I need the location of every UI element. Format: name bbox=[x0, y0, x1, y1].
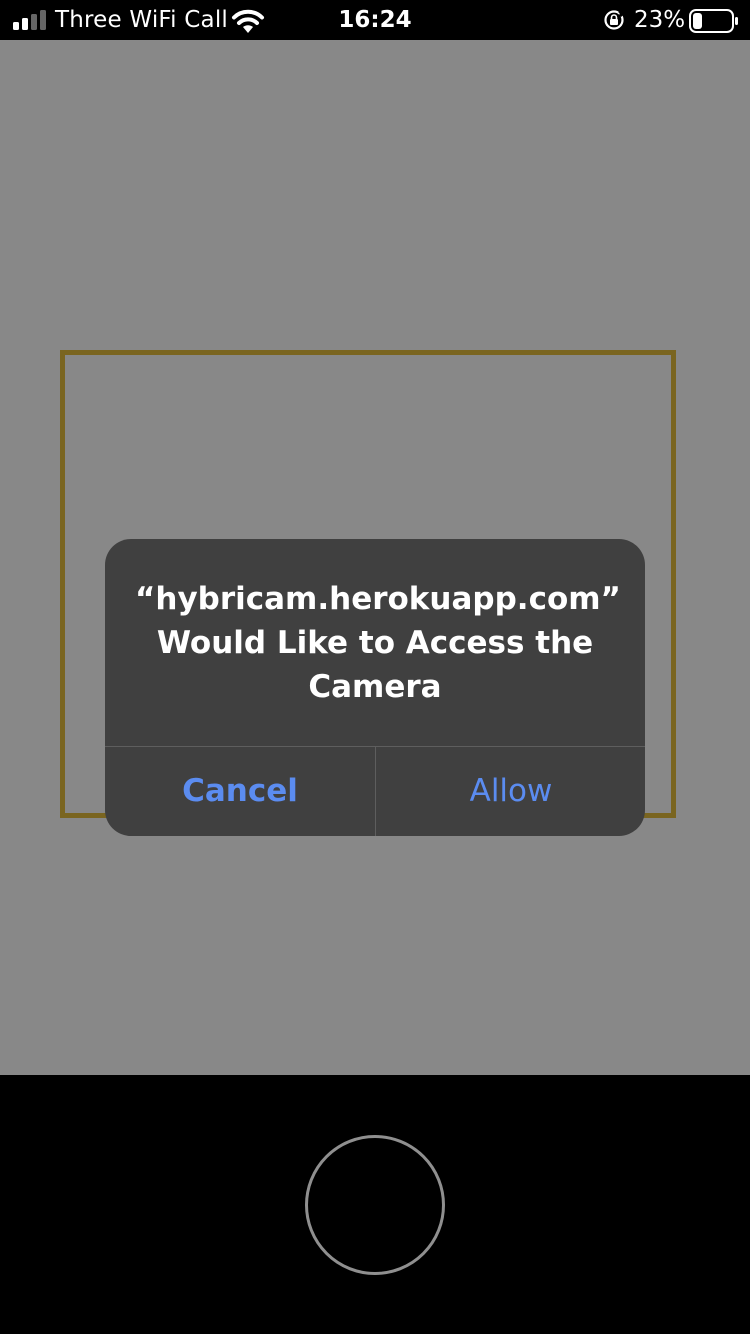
status-bar: Three WiFi Call 16:24 23% bbox=[0, 0, 750, 40]
camera-permission-alert: “hybricam.herokuapp.com” Would Like to A… bbox=[105, 539, 645, 836]
alert-title-line: Would Like to Access the bbox=[156, 625, 594, 661]
orientation-lock-icon bbox=[604, 9, 625, 30]
alert-title-line: “hybricam.herokuapp.com” bbox=[135, 581, 621, 617]
camera-controls-bar bbox=[0, 1075, 750, 1334]
cancel-button[interactable]: Cancel bbox=[105, 747, 375, 836]
alert-title-line: Camera bbox=[308, 669, 442, 705]
alert-title: “hybricam.herokuapp.com” Would Like to A… bbox=[135, 577, 621, 709]
allow-button[interactable]: Allow bbox=[376, 747, 645, 836]
screen: Three WiFi Call 16:24 23% “hybricam.hero… bbox=[0, 0, 750, 1334]
battery-percentage: 23% bbox=[634, 7, 686, 33]
shutter-button[interactable] bbox=[305, 1135, 445, 1275]
battery-icon bbox=[689, 9, 738, 33]
